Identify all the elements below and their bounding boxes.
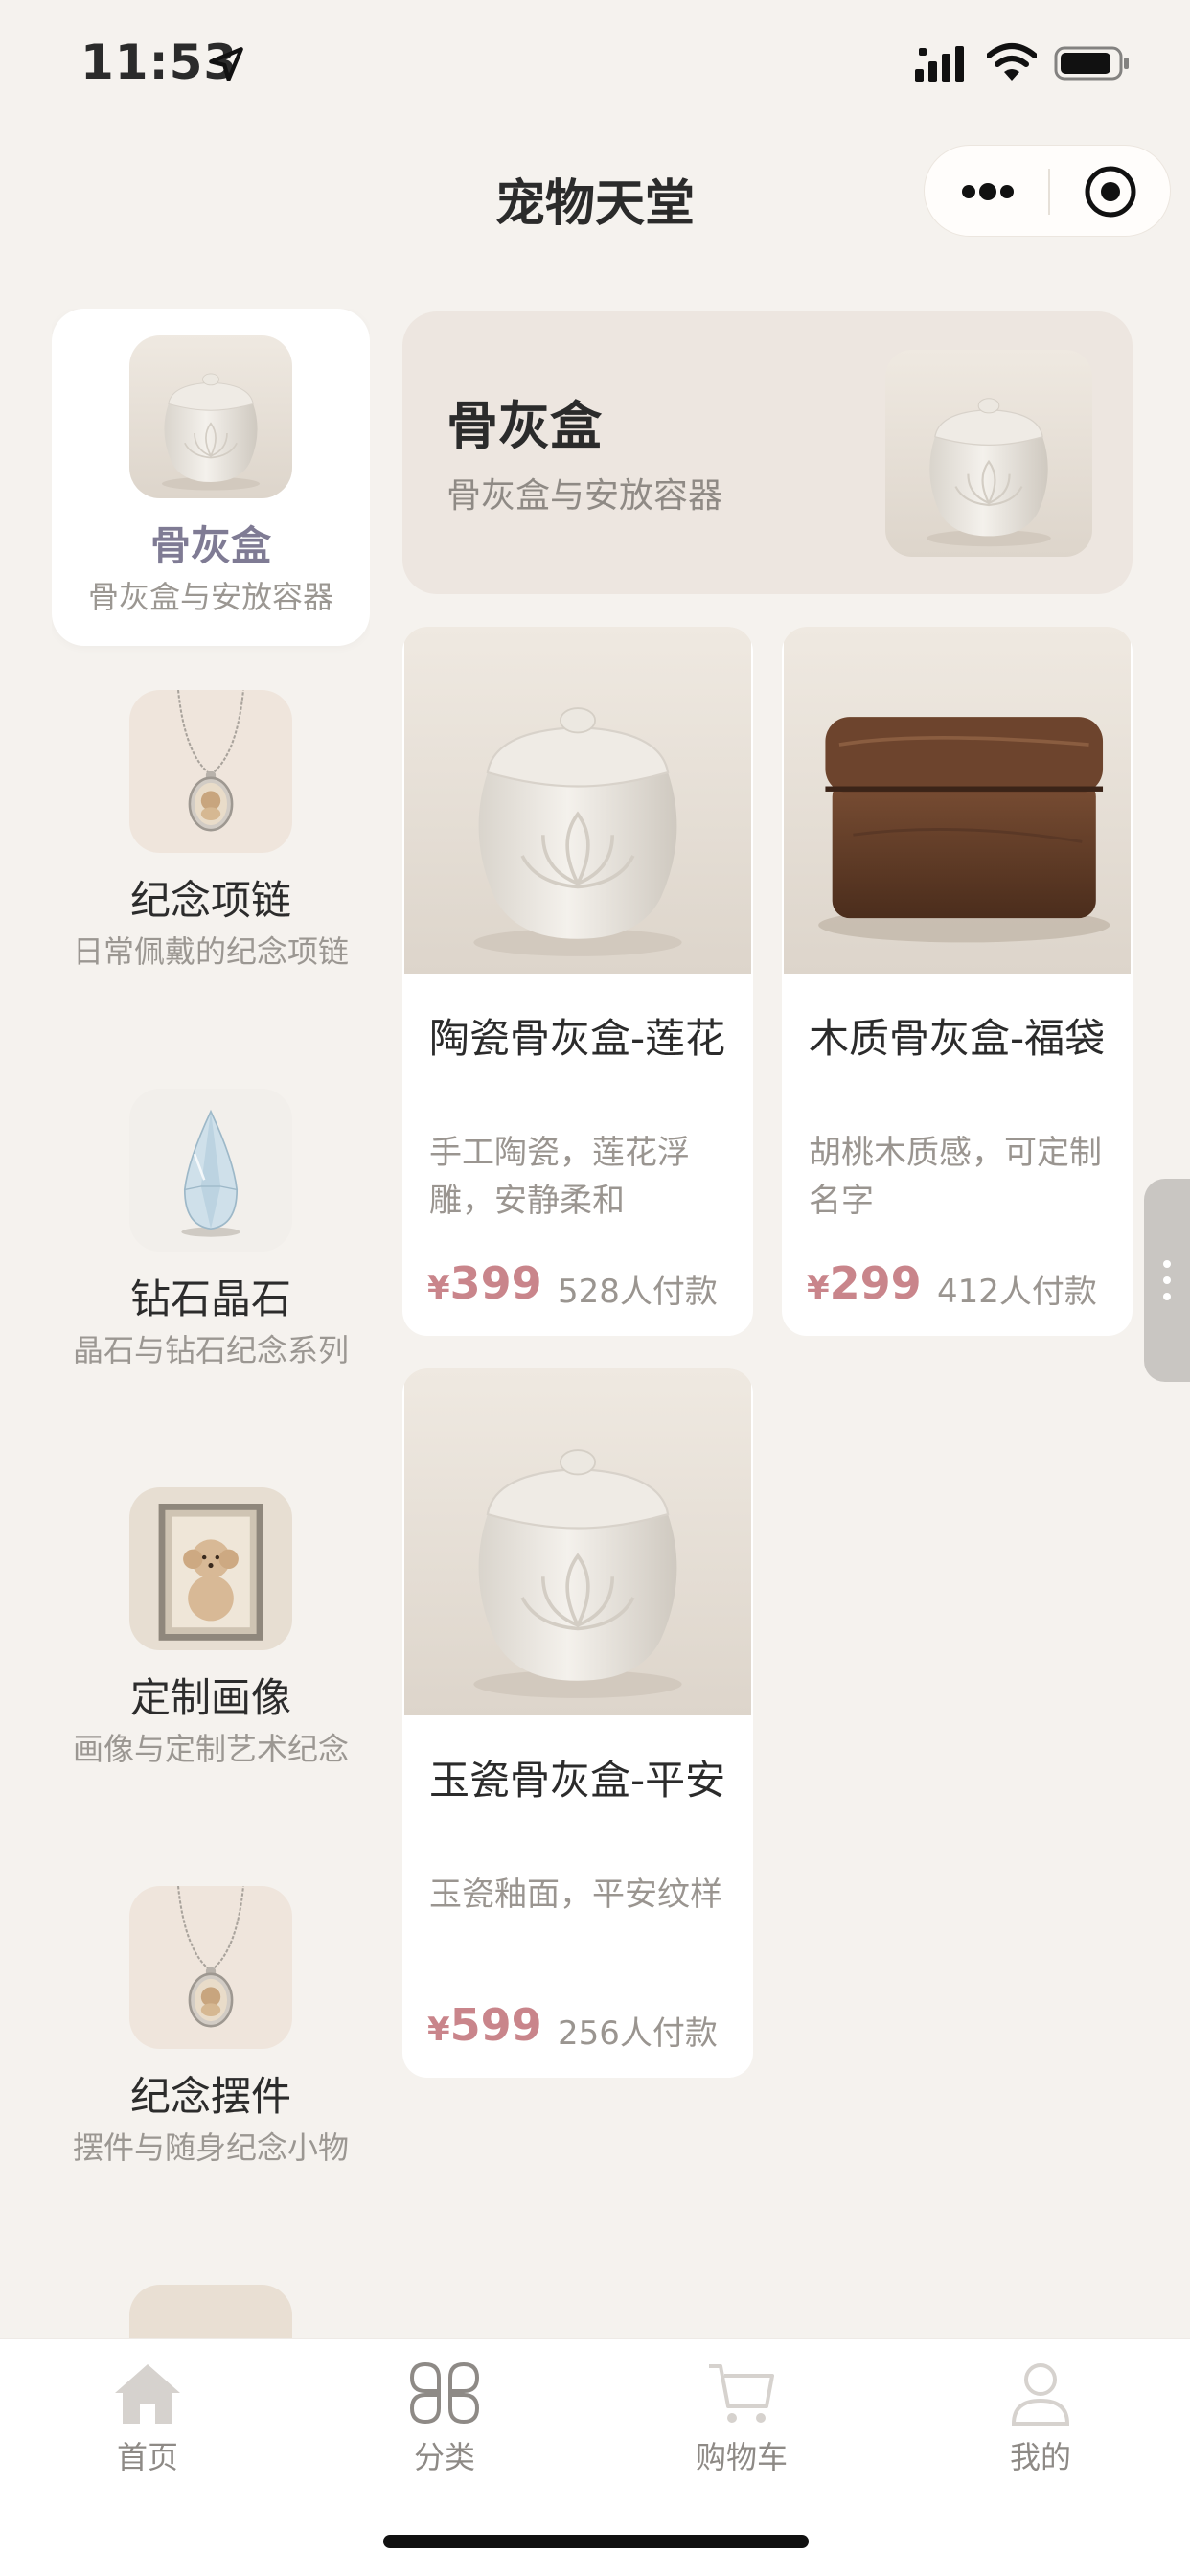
sidebar-item-label: 纪念项链 (129, 877, 291, 924)
jade-urn-image (402, 1368, 753, 1715)
navigation-bar: 宠物天堂 (0, 134, 1190, 249)
banner-title: 骨灰盒 (446, 396, 602, 456)
wood-box-image (782, 627, 1133, 974)
product-sales-count: 412人付款 (937, 1273, 1097, 1311)
sidebar-item-desc: 摆件与随身纪念小物 (72, 2129, 349, 2166)
sidebar-item-label: 定制画像 (129, 1674, 291, 1721)
sidebar-item-label: 纪念摆件 (129, 2073, 291, 2120)
tab-profile[interactable]: 我的 (945, 2358, 1136, 2477)
product-desc: 玉瓷釉面，平安纹样 (429, 1875, 722, 1914)
product-title: 玉瓷骨灰盒-平安 (429, 1757, 726, 1804)
currency-symbol: ¥ (427, 2011, 450, 2049)
home-icon (115, 2364, 180, 2424)
screen: 11:53 宠物天堂 骨灰盒 骨灰盒与安放容器 纪念项链 日常佩戴的纪念项链 钻… (0, 0, 1190, 2576)
portrait-category-thumbnail (129, 1487, 292, 1650)
category-banner: 骨灰盒 骨灰盒与安放容器 (402, 311, 1133, 594)
sidebar-item-necklaces[interactable]: 纪念项链 日常佩戴的纪念项链 (52, 663, 370, 1027)
currency-symbol: ¥ (427, 1269, 450, 1307)
sidebar-item-desc: 画像与定制艺术纪念 (72, 1731, 349, 1767)
floating-side-handle[interactable] (1144, 1179, 1190, 1382)
wifi-icon (987, 43, 1037, 80)
partial-category-thumbnail (129, 2285, 292, 2340)
category-sidebar: 骨灰盒 骨灰盒与安放容器 纪念项链 日常佩戴的纪念项链 钻石晶石 晶石与钻石纪念… (52, 309, 370, 2340)
tab-label: 我的 (1009, 2439, 1071, 2475)
product-price: ¥599 (427, 1999, 542, 2051)
battery-icon (1054, 46, 1129, 80)
tab-home[interactable]: 首页 (52, 2358, 243, 2477)
home-indicator[interactable] (383, 2535, 809, 2548)
product-title: 木质骨灰盒-福袋 (809, 1015, 1106, 1062)
more-options-icon[interactable] (959, 174, 1017, 209)
location-arrow-icon (209, 47, 243, 81)
sidebar-item-desc: 骨灰盒与安放容器 (87, 579, 333, 615)
price-value: 399 (449, 1257, 542, 1309)
sidebar-item-partial[interactable] (52, 2258, 370, 2340)
tab-cart[interactable]: 购物车 (646, 2358, 837, 2477)
tab-label: 首页 (116, 2439, 178, 2475)
urn-category-thumbnail (129, 335, 292, 498)
product-price: ¥399 (427, 1257, 542, 1309)
product-title: 陶瓷骨灰盒-莲花 (429, 1015, 726, 1062)
sidebar-item-label: 骨灰盒 (149, 522, 271, 569)
tab-label: 分类 (413, 2439, 475, 2475)
necklace-category-thumbnail (129, 690, 292, 853)
cellular-signal-icon (915, 46, 964, 82)
sidebar-item-ornaments[interactable]: 纪念摆件 摆件与随身纪念小物 (52, 1859, 370, 2223)
mini-program-capsule (924, 145, 1171, 237)
banner-subtitle: 骨灰盒与安放容器 (446, 476, 723, 516)
lotus-urn-image (402, 627, 753, 974)
product-desc: 手工陶瓷，莲花浮雕，安静柔和 (429, 1134, 690, 1220)
status-bar: 11:53 (0, 0, 1190, 129)
ornament-category-thumbnail (129, 1886, 292, 2049)
product-card-lotus[interactable]: 陶瓷骨灰盒-莲花 手工陶瓷，莲花浮雕，安静柔和 ¥399 528人付款 (402, 627, 753, 1336)
price-value: 599 (449, 1999, 542, 2051)
close-mini-program-icon[interactable] (1080, 161, 1141, 222)
currency-symbol: ¥ (807, 1269, 830, 1307)
banner-urn-image (885, 350, 1092, 557)
crystal-category-thumbnail (129, 1089, 292, 1252)
product-sales-count: 528人付款 (558, 1273, 718, 1311)
capsule-divider (1048, 169, 1050, 215)
tab-label: 购物车 (695, 2439, 788, 2475)
sidebar-item-portraits[interactable]: 定制画像 画像与定制艺术纪念 (52, 1460, 370, 1825)
tab-category[interactable]: 分类 (349, 2358, 540, 2477)
product-sales-count: 256人付款 (558, 2014, 718, 2053)
sidebar-item-label: 钻石晶石 (129, 1276, 291, 1322)
product-card-wood[interactable]: 木质骨灰盒-福袋 胡桃木质感，可定制名字 ¥299 412人付款 (782, 627, 1133, 1336)
sidebar-item-desc: 晶石与钻石纪念系列 (72, 1332, 349, 1368)
user-icon (1011, 2363, 1070, 2426)
category-icon (409, 2361, 480, 2425)
sidebar-item-crystals[interactable]: 钻石晶石 晶石与钻石纪念系列 (52, 1062, 370, 1426)
price-value: 299 (829, 1257, 922, 1309)
product-desc: 胡桃木质感，可定制名字 (809, 1134, 1102, 1220)
sidebar-item-urns[interactable]: 骨灰盒 骨灰盒与安放容器 (52, 309, 370, 646)
sidebar-item-desc: 日常佩戴的纪念项链 (72, 933, 349, 970)
cart-icon (709, 2364, 774, 2423)
product-card-jade[interactable]: 玉瓷骨灰盒-平安 玉瓷釉面，平安纹样 ¥599 256人付款 (402, 1368, 753, 2078)
product-price: ¥299 (807, 1257, 922, 1309)
vertical-dots-icon (1163, 1260, 1171, 1300)
